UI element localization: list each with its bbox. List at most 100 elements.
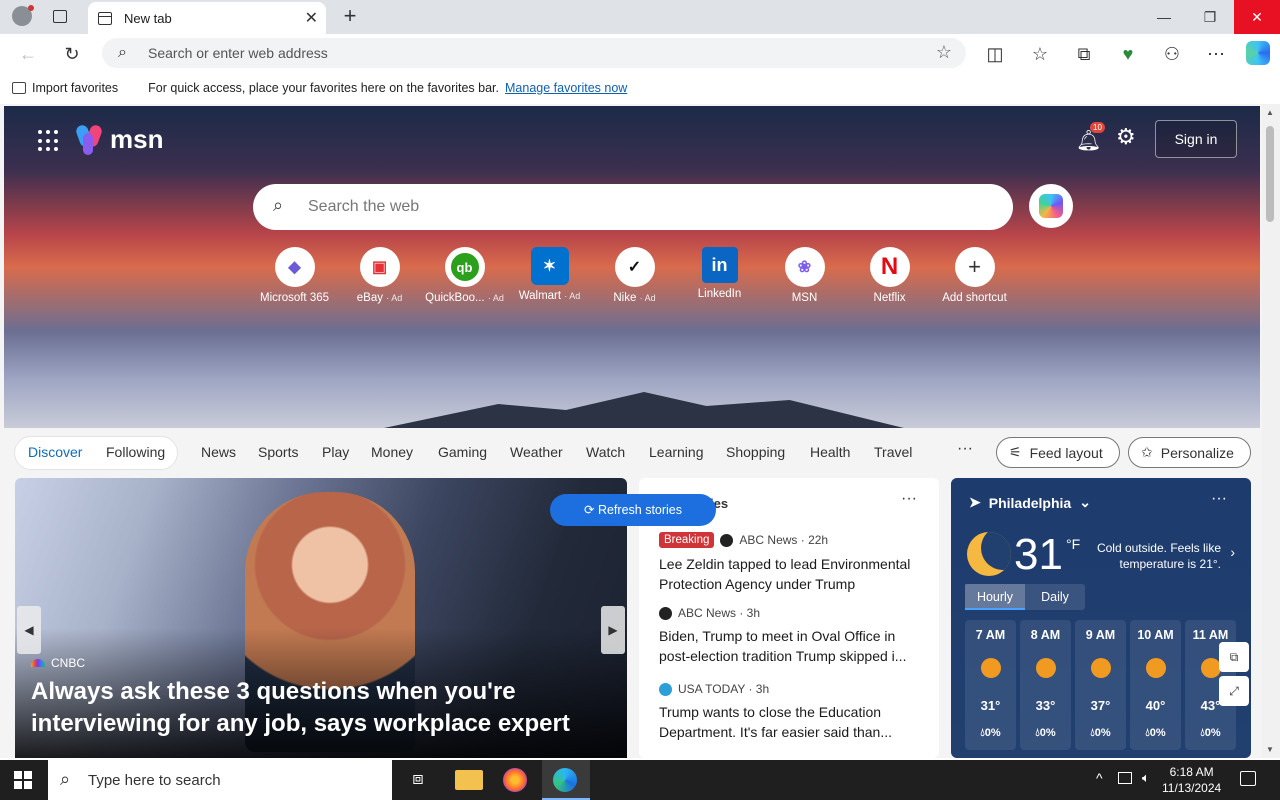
- taskbar-search[interactable]: ⌕ Type here to search: [48, 760, 392, 800]
- windows-start-icon[interactable]: [14, 771, 32, 789]
- shortcut-walmart[interactable]: ✶ Walmart · Ad: [507, 247, 592, 304]
- close-tab-icon[interactable]: ✕: [305, 8, 318, 28]
- minimize-button[interactable]: —: [1141, 0, 1187, 34]
- favorites-icon[interactable]: ☆: [1026, 40, 1054, 68]
- tab-gaming[interactable]: Gaming: [438, 444, 487, 460]
- system-clock[interactable]: 6:18 AM 11/13/2024: [1162, 764, 1221, 796]
- clock-date: 11/13/2024: [1162, 781, 1222, 795]
- nike-icon: ✓: [614, 247, 655, 287]
- story-item[interactable]: ABC News · 3h Biden, Trump to meet in Ov…: [659, 606, 927, 666]
- notifications-bell-icon[interactable]: 🔔︎ 10: [1076, 122, 1105, 153]
- shortcut-nike[interactable]: ✓ Nike · Ad: [592, 247, 677, 304]
- tab-actions-icon[interactable]: [53, 10, 67, 23]
- refresh-button[interactable]: ↻: [58, 40, 86, 68]
- favorites-bar: Import favorites For quick access, place…: [0, 72, 1280, 104]
- restore-button[interactable]: ❐: [1187, 0, 1233, 34]
- settings-more-icon[interactable]: ⋯: [1202, 40, 1230, 68]
- lead-story-card[interactable]: ◀ ▶ CNBC Always ask these 3 questions wh…: [15, 478, 627, 758]
- new-tab-button[interactable]: +: [338, 4, 362, 28]
- tab-sports[interactable]: Sports: [258, 444, 298, 460]
- story-item[interactable]: USA TODAY · 3h Trump wants to close the …: [659, 682, 927, 742]
- shortcut-ebay[interactable]: ▣ eBay · Ad: [337, 247, 422, 304]
- chevron-right-icon[interactable]: ›: [1230, 544, 1235, 560]
- task-view-icon[interactable]: ⧈: [404, 768, 432, 792]
- carousel-prev-button[interactable]: ◀: [17, 606, 41, 654]
- volume-muted-icon[interactable]: 🔈︎: [1142, 770, 1150, 786]
- file-explorer-icon[interactable]: [455, 770, 483, 790]
- story-item[interactable]: Breaking ABC News · 22h Lee Zeldin tappe…: [659, 532, 927, 594]
- browser-essentials-icon[interactable]: ♥: [1114, 40, 1142, 68]
- ad-label: · Ad: [487, 293, 504, 303]
- tab-hourly[interactable]: Hourly: [965, 584, 1025, 610]
- notification-center-icon[interactable]: [1240, 771, 1256, 786]
- tab-shopping[interactable]: Shopping: [726, 444, 785, 460]
- manage-favorites-link[interactable]: Manage favorites now: [505, 81, 627, 95]
- tab-watch[interactable]: Watch: [586, 444, 625, 460]
- shortcut-microsoft365[interactable]: ◆ Microsoft 365: [252, 247, 337, 304]
- open-in-new-icon[interactable]: ⧉: [1219, 642, 1249, 672]
- split-screen-icon[interactable]: ◫: [981, 40, 1009, 68]
- collections-icon[interactable]: ⧉: [1070, 40, 1098, 68]
- tab-health[interactable]: Health: [810, 444, 850, 460]
- import-favorites-button[interactable]: Import favorites: [12, 81, 118, 95]
- scroll-thumb[interactable]: [1266, 126, 1274, 222]
- network-icon[interactable]: [1118, 772, 1132, 784]
- refresh-stories-button[interactable]: ⟳ Refresh stories: [550, 494, 716, 526]
- tab-weather[interactable]: Weather: [510, 444, 563, 460]
- personalize-button[interactable]: ✩ Personalize: [1128, 437, 1251, 468]
- tab-money[interactable]: Money: [371, 444, 413, 460]
- tab-travel[interactable]: Travel: [874, 444, 912, 460]
- shortcut-label: LinkedIn: [697, 288, 742, 300]
- shortcut-quickbooks[interactable]: qb QuickBoo... · Ad: [422, 247, 507, 304]
- web-search-box[interactable]: ⌕ Search the web: [253, 184, 1013, 230]
- favorite-star-icon[interactable]: ☆: [936, 42, 952, 63]
- carousel-next-button[interactable]: ▶: [601, 606, 625, 654]
- scroll-up-arrow[interactable]: ▲: [1266, 108, 1274, 117]
- page-settings-gear-icon[interactable]: ⚙: [1116, 124, 1136, 150]
- scroll-down-arrow[interactable]: ▼: [1266, 745, 1274, 754]
- weather-card[interactable]: ➤ Philadelphia ⌄ ··· 31 °F Cold outside.…: [951, 478, 1251, 758]
- edge-beta-icon[interactable]: [553, 768, 577, 792]
- shortcut-linkedin[interactable]: in LinkedIn: [677, 247, 762, 304]
- shortcut-netflix[interactable]: N Netflix: [847, 247, 932, 304]
- app-launcher-icon[interactable]: [38, 130, 60, 152]
- feed-layout-button[interactable]: ⚟ Feed layout: [996, 437, 1120, 468]
- hour-time: 11 AM: [1192, 628, 1229, 642]
- tab-daily[interactable]: Daily: [1025, 584, 1085, 610]
- show-hidden-icons[interactable]: ^: [1096, 770, 1103, 786]
- address-bar[interactable]: ⌕ Search or enter web address ☆: [102, 38, 966, 68]
- back-button[interactable]: ←: [14, 40, 42, 68]
- tab-following[interactable]: Following: [106, 444, 165, 460]
- close-window-button[interactable]: ✕: [1234, 0, 1280, 34]
- page-scrollbar[interactable]: ▲ ▼: [1262, 104, 1280, 758]
- lead-headline[interactable]: Always ask these 3 questions when you're…: [31, 676, 611, 740]
- shortcut-msn[interactable]: ❀ MSN: [762, 247, 847, 304]
- tab-new-tab[interactable]: New tab ✕: [88, 2, 326, 34]
- crescent-moon-icon: [967, 532, 1011, 576]
- temperature-unit[interactable]: °F: [1066, 536, 1080, 552]
- search-icon: ⌕: [273, 195, 284, 215]
- extensions-icon[interactable]: ⚇: [1158, 40, 1186, 68]
- expand-icon[interactable]: ⤢: [1219, 676, 1249, 706]
- tab-play[interactable]: Play: [322, 444, 349, 460]
- copilot-sidebar-icon[interactable]: [1246, 41, 1270, 65]
- tab-discover[interactable]: Discover: [28, 444, 82, 460]
- tab-learning[interactable]: Learning: [649, 444, 704, 460]
- sign-in-button[interactable]: Sign in: [1155, 120, 1237, 158]
- mountain-silhouette: [384, 392, 904, 428]
- copilot-button[interactable]: [1029, 184, 1073, 228]
- browser-titlebar: New tab ✕ + — ❐ ✕: [0, 0, 1280, 34]
- add-shortcut-button[interactable]: + Add shortcut: [932, 247, 1017, 304]
- feed-layout-label: Feed layout: [1029, 444, 1103, 461]
- msn-logo[interactable]: msn: [74, 123, 163, 155]
- tab-news[interactable]: News: [201, 444, 236, 460]
- more-options-icon[interactable]: ···: [901, 490, 917, 508]
- search-icon: ⌕: [60, 769, 71, 789]
- netflix-icon: N: [869, 247, 910, 287]
- hour-precip: 💧︎0%: [1090, 727, 1111, 739]
- address-placeholder: Search or enter web address: [148, 45, 328, 61]
- more-categories-button[interactable]: ···: [957, 440, 973, 458]
- more-options-icon[interactable]: ···: [1211, 490, 1227, 508]
- weather-location[interactable]: ➤ Philadelphia ⌄: [969, 494, 1091, 511]
- firefox-icon[interactable]: [503, 768, 527, 792]
